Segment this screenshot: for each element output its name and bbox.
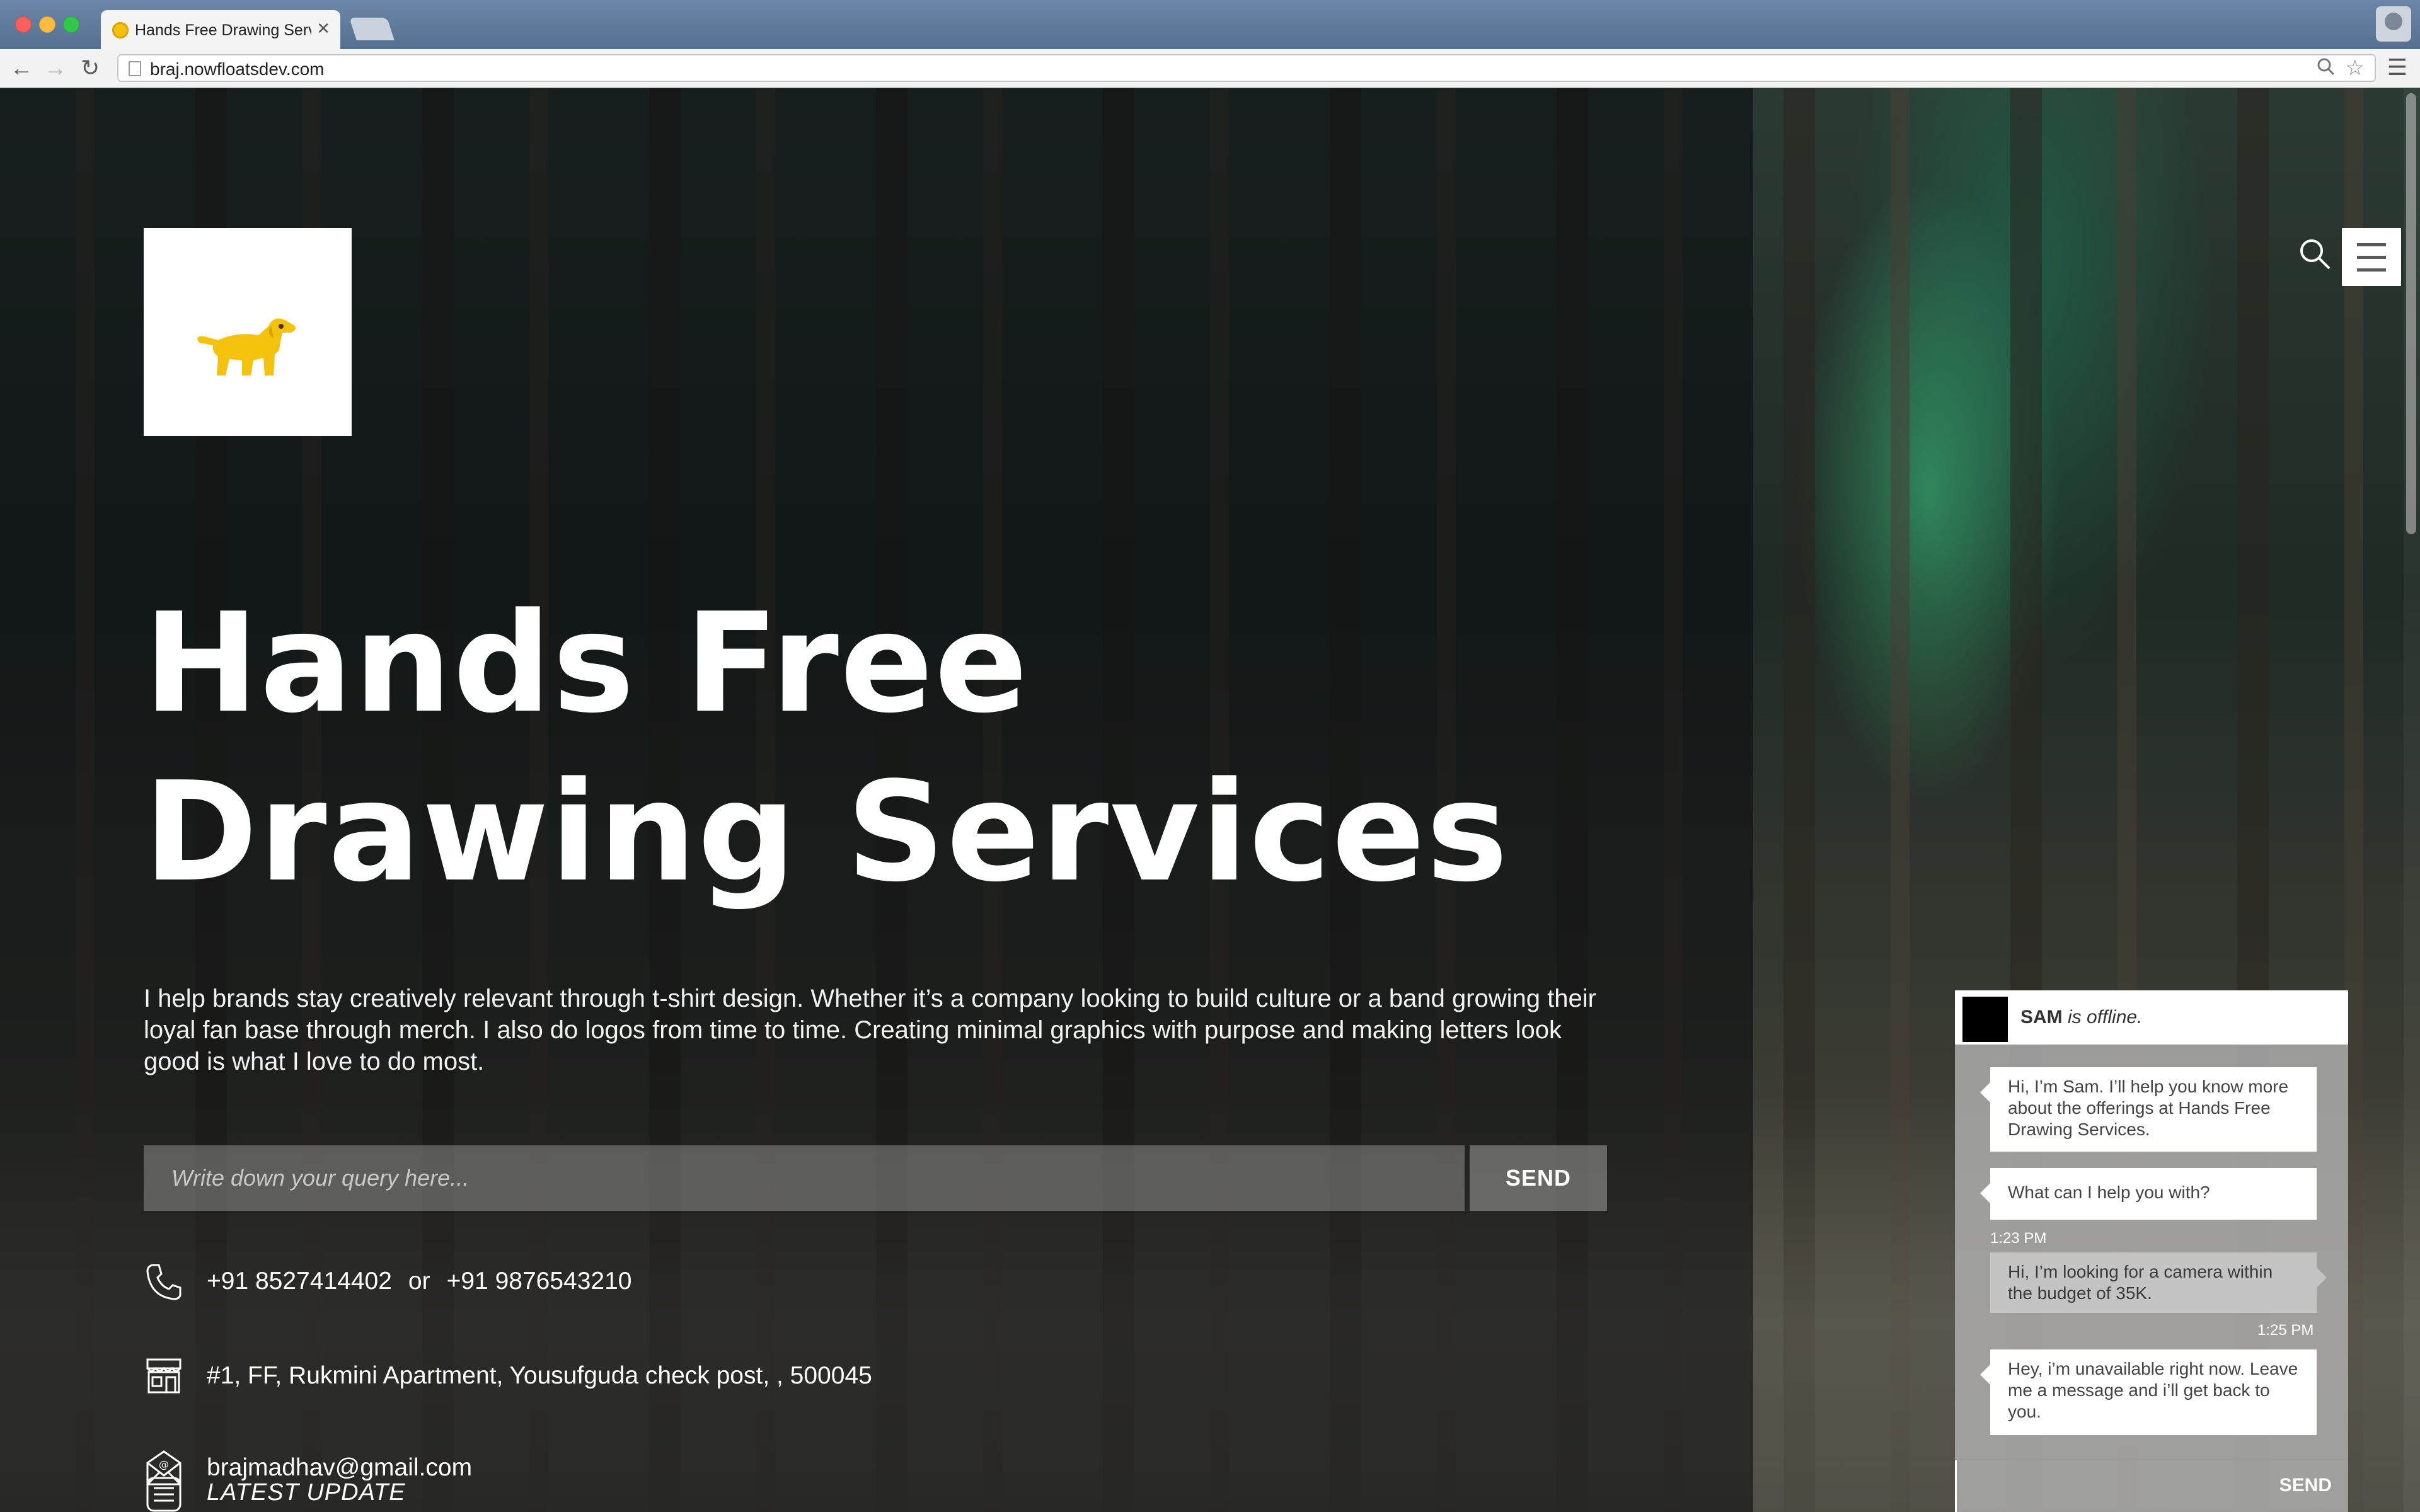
address-bar[interactable]: braj.nowfloatsdev.com ☆ — [117, 54, 2376, 82]
chat-message: What can I help you with? — [1980, 1168, 2317, 1220]
chat-status: SAM is offline. — [2020, 1007, 2142, 1028]
browser-tab-bar: Hands Free Drawing Servic ✕ — [0, 0, 2420, 49]
phone-secondary-link[interactable]: +91 9876543210 — [447, 1268, 632, 1295]
new-tab-button[interactable] — [349, 18, 395, 40]
chat-agent-name: SAM — [2020, 1007, 2063, 1028]
chat-timestamp: 1:25 PM — [2257, 1322, 2314, 1339]
favicon-icon — [112, 22, 129, 38]
page-viewport: Hands Free Drawing Services I help brand… — [0, 88, 2420, 1512]
query-input[interactable] — [144, 1145, 1465, 1211]
query-send-button[interactable]: SEND — [1470, 1145, 1607, 1211]
window-close-button[interactable] — [15, 16, 32, 33]
browser-toolbar: ← → ↻ braj.nowfloatsdev.com ☆ ☰ — [0, 49, 2420, 88]
chat-status-text: is offline. — [2062, 1007, 2143, 1028]
page-title: Hands Free Drawing Services — [144, 584, 1509, 912]
store-icon — [146, 1358, 182, 1394]
bookmark-star-icon[interactable]: ☆ — [2346, 55, 2365, 81]
chat-message: Hi, I’m looking for a camera within the … — [1990, 1252, 2327, 1313]
page-scrollbar-thumb[interactable] — [2406, 93, 2416, 534]
browser-tab-active[interactable]: Hands Free Drawing Servic ✕ — [101, 10, 340, 49]
chat-send-button[interactable]: SEND — [2276, 1474, 2336, 1497]
chat-input[interactable] — [1955, 1460, 2257, 1512]
business-description: I help brands stay creatively relevant t… — [144, 985, 1596, 1075]
chat-message: Hey, i’m unavailable right now. Leave me… — [1980, 1349, 2317, 1435]
chrome-menu-icon[interactable]: ☰ — [2387, 54, 2407, 81]
chat-widget: SAM is offline. Hi, I’m Sam. I’ll help y… — [1955, 990, 2348, 1512]
tab-title: Hands Free Drawing Servic — [135, 21, 311, 39]
hero-content: Hands Free Drawing Services I help brand… — [0, 88, 1753, 1512]
back-icon[interactable]: ← — [10, 55, 33, 81]
business-logo[interactable] — [144, 228, 352, 436]
window-maximize-button[interactable] — [63, 16, 79, 33]
dog-logo-icon — [197, 318, 296, 375]
url-text[interactable]: braj.nowfloatsdev.com — [150, 59, 325, 79]
chat-header[interactable]: SAM is offline. — [1955, 990, 2348, 1045]
search-icon[interactable] — [2298, 237, 2333, 275]
profile-icon[interactable] — [2376, 6, 2411, 42]
window-minimize-button[interactable] — [39, 16, 55, 33]
address-text: #1, FF, Rukmini Apartment, Yousufguda ch… — [207, 1362, 872, 1389]
chat-message: Hi, I’m Sam. I’ll help you know more abo… — [1980, 1067, 2317, 1152]
hamburger-menu-icon[interactable] — [2342, 228, 2401, 286]
chat-input-row: SEND — [1955, 1459, 2348, 1512]
news-icon — [146, 1477, 182, 1512]
forward-icon[interactable]: → — [44, 55, 67, 81]
svg-text:@: @ — [159, 1458, 169, 1470]
phone-or-label: or — [408, 1268, 430, 1295]
reload-icon[interactable]: ↻ — [81, 55, 100, 81]
tab-close-icon[interactable]: ✕ — [316, 19, 330, 38]
latest-update-heading[interactable]: LATEST UPDATE — [207, 1479, 406, 1506]
page-icon — [129, 61, 141, 76]
query-form: SEND — [144, 1145, 1607, 1211]
chat-timestamp: 1:23 PM — [1990, 1230, 2047, 1247]
avatar — [1962, 997, 2008, 1042]
phone-primary-link[interactable]: +91 8527414402 — [207, 1268, 392, 1295]
email-link[interactable]: brajmadhav@gmail.com — [207, 1454, 472, 1482]
phone-icon — [146, 1264, 182, 1300]
zoom-icon[interactable] — [2317, 57, 2336, 81]
